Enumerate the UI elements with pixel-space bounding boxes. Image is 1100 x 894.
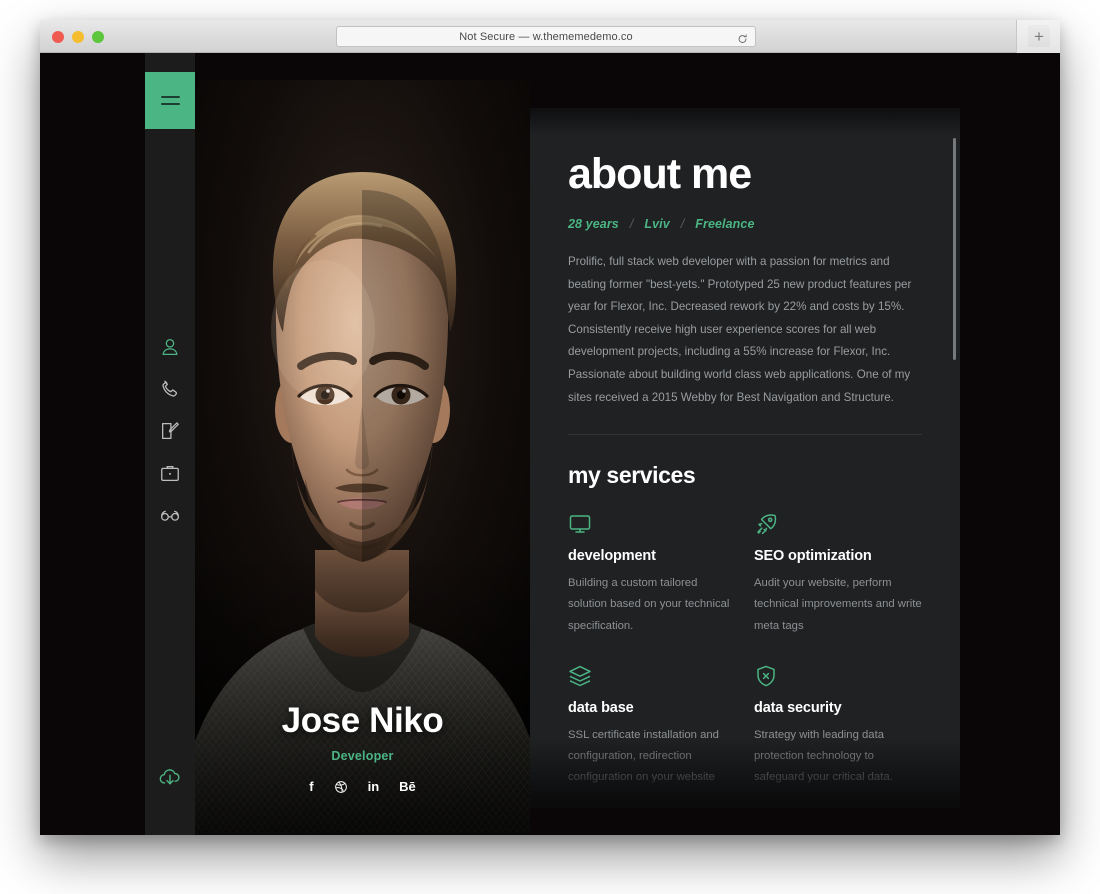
- service-title: data base: [568, 699, 634, 716]
- profile-name: Jose Niko: [281, 701, 444, 741]
- profile-identity: Jose Niko Developer f in Bē: [195, 701, 530, 794]
- service-card[interactable]: data security Strategy with leading data…: [754, 664, 922, 789]
- meta-employment: Freelance: [695, 217, 755, 231]
- sidebar-item-resume[interactable]: [159, 420, 181, 442]
- about-bio: Prolific, full stack web developer with …: [568, 255, 912, 404]
- sidebar-item-portfolio[interactable]: [159, 462, 181, 484]
- scrollbar-thumb[interactable]: [953, 138, 956, 360]
- browser-window: Not Secure — w.thememedemo.co + Jose Nik…: [40, 20, 1060, 835]
- service-card[interactable]: SEO optimization Audit your website, per…: [754, 512, 922, 637]
- minimize-window-button[interactable]: [72, 31, 84, 43]
- reload-icon[interactable]: [737, 31, 748, 43]
- window-controls: [52, 31, 104, 43]
- content-scrollbar[interactable]: [953, 138, 956, 778]
- service-title: SEO optimization: [754, 548, 872, 565]
- meta-age: 28 years: [568, 217, 619, 231]
- burger-line: [160, 103, 180, 105]
- dribbble-icon[interactable]: [334, 779, 348, 794]
- address-bar[interactable]: Not Secure — w.thememedemo.co: [336, 26, 756, 47]
- linkedin-icon[interactable]: in: [368, 779, 380, 794]
- sidebar-rail: [145, 53, 195, 835]
- behance-icon[interactable]: Bē: [399, 779, 416, 794]
- browser-titlebar: Not Secure — w.thememedemo.co +: [40, 20, 1060, 53]
- service-desc: Audit your website, perform technical im…: [754, 577, 922, 632]
- services-grid: development Building a custom tailored s…: [568, 512, 922, 788]
- rocket-icon: [754, 512, 778, 536]
- service-desc: Building a custom tailored solution base…: [568, 577, 730, 632]
- burger-line: [160, 96, 180, 98]
- close-window-button[interactable]: [52, 31, 64, 43]
- about-meta: 28 years / Lviv / Freelance: [568, 217, 922, 231]
- profile-photo-card: Jose Niko Developer f in Bē: [195, 80, 530, 835]
- layers-icon: [568, 664, 592, 688]
- facebook-icon[interactable]: f: [309, 779, 313, 794]
- content-panel: about me 28 years / Lviv / Freelance Pro…: [530, 108, 960, 808]
- service-card[interactable]: development Building a custom tailored s…: [568, 512, 736, 637]
- address-bar-text: Not Secure — w.thememedemo.co: [459, 30, 633, 43]
- cloud-download-icon[interactable]: [157, 764, 183, 790]
- social-links: f in Bē: [195, 779, 530, 794]
- page-root: Not Secure — w.thememedemo.co + Jose Nik…: [0, 0, 1100, 894]
- services-title: my services: [568, 462, 696, 489]
- shield-icon: [754, 664, 778, 688]
- service-card[interactable]: data base SSL certificate installation a…: [568, 664, 736, 789]
- meta-city: Lviv: [644, 217, 670, 231]
- sidebar-nav: [145, 336, 195, 526]
- profile-role: Developer: [331, 749, 394, 763]
- monitor-icon: [568, 512, 592, 536]
- maximize-window-button[interactable]: [92, 31, 104, 43]
- service-title: development: [568, 548, 656, 565]
- sidebar-download: [145, 764, 195, 790]
- sidebar-item-contact[interactable]: [159, 378, 181, 400]
- service-title: data security: [754, 699, 842, 716]
- sidebar-item-profile[interactable]: [159, 336, 181, 358]
- content-inner: about me 28 years / Lviv / Freelance Pro…: [530, 108, 960, 808]
- new-tab-button[interactable]: +: [1028, 25, 1050, 47]
- meta-separator: /: [629, 217, 634, 231]
- meta-separator: /: [680, 217, 685, 231]
- page-viewport: Jose Niko Developer f in Bē about me 28 …: [40, 53, 1060, 835]
- section-divider: [568, 434, 922, 436]
- service-desc: SSL certificate installation and configu…: [568, 728, 719, 784]
- about-title: about me: [568, 150, 752, 198]
- menu-toggle-button[interactable]: [145, 72, 195, 129]
- sidebar-item-blog[interactable]: [159, 504, 181, 526]
- service-desc: Strategy with leading data protection te…: [754, 728, 893, 784]
